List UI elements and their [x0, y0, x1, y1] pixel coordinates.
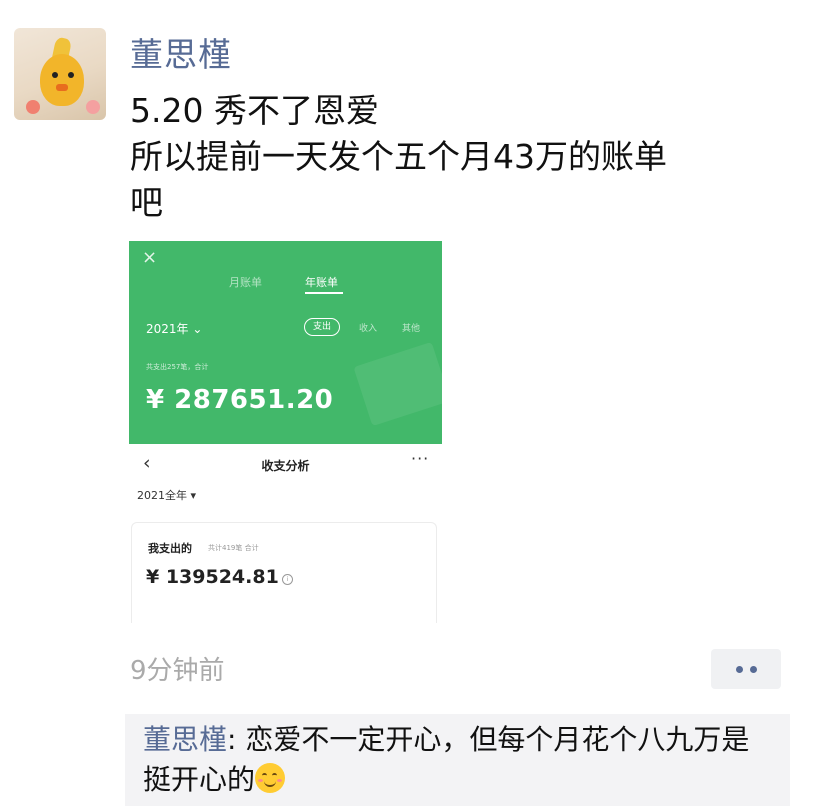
tab-yearly-bill: 年账单: [305, 276, 338, 289]
dot-icon: [750, 666, 757, 673]
dot-icon: [736, 666, 743, 673]
post-text: 5.20 秀不了恩爱 所以提前一天发个五个月43万的账单 吧: [130, 88, 810, 226]
filter-expense: 支出: [304, 318, 340, 336]
card-amount: ¥ 139524.81: [146, 566, 279, 588]
tab-underline: [305, 292, 343, 294]
comment[interactable]: 董思槿: 恋爱不一定开心，但每个月花个八九万是挺开心的: [143, 720, 773, 800]
more-icon: ···: [411, 449, 430, 468]
tab-monthly-bill: 月账单: [229, 276, 262, 289]
avatar-flower: [26, 100, 40, 114]
avatar-flower: [86, 100, 100, 114]
info-icon: i: [282, 574, 293, 585]
yearly-expense-amount: ¥ 287651.20: [146, 385, 334, 415]
filter-income: 收入: [359, 324, 378, 334]
post-author-name[interactable]: 董思槿: [130, 28, 232, 76]
full-year-selector: 2021全年 ▾: [137, 489, 197, 502]
post-timestamp: 9分钟前: [130, 656, 225, 686]
avatar[interactable]: [14, 28, 106, 120]
avatar-duck: [40, 54, 84, 106]
card-label: 我支出的: [148, 542, 192, 555]
filter-other: 其他: [402, 324, 421, 334]
expense-summary: 共支出257笔，合计: [146, 363, 209, 371]
post-image[interactable]: × 月账单 年账单 2021年 ⌄ 支出 收入 其他 共支出257笔，合计 ¥ …: [129, 241, 442, 623]
my-expense-card: 我支出的 共计419笔 合计 ¥ 139524.81 i: [131, 522, 437, 623]
comment-section: 董思槿: 恋爱不一定开心，但每个月花个八九万是挺开心的: [125, 714, 790, 806]
avatar-beak: [56, 84, 68, 91]
close-icon: ×: [142, 247, 158, 268]
avatar-eye: [52, 72, 58, 78]
year-selector: 2021年 ⌄: [146, 322, 203, 336]
decoration-shape: [353, 341, 442, 427]
more-actions-button[interactable]: [711, 649, 781, 689]
post-text-line: 5.20 秀不了恩爱: [130, 91, 379, 130]
post-text-line: 吧: [130, 183, 163, 222]
smile-emoji-icon: [255, 763, 286, 793]
comment-author[interactable]: 董思槿: [143, 723, 227, 756]
avatar-eye: [68, 72, 74, 78]
bill-summary-panel: × 月账单 年账单 2021年 ⌄ 支出 收入 其他 共支出257笔，合计 ¥ …: [129, 241, 442, 444]
post-text-line: 所以提前一天发个五个月43万的账单: [130, 137, 667, 176]
income-expense-analysis-panel: ‹ 收支分析 ··· 2021全年 ▾ 我支出的 共计419笔 合计 ¥ 139…: [129, 444, 442, 623]
comment-separator: :: [227, 723, 246, 756]
analysis-title: 收支分析: [261, 459, 310, 473]
card-subtitle: 共计419笔 合计: [208, 544, 259, 552]
